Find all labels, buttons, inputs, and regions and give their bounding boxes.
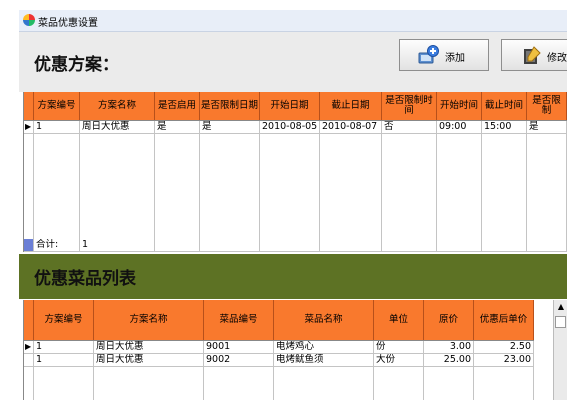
- col-enabled[interactable]: 是否启用: [155, 92, 200, 120]
- cell-start-date[interactable]: 2010-08-05: [260, 121, 320, 134]
- cell-limit-date[interactable]: 是: [200, 121, 260, 134]
- cell-end-time[interactable]: 15:00: [482, 121, 527, 134]
- dish-grid[interactable]: 方案编号 方案名称 菜品编号 菜品名称 单位 原价 优惠后单价 ▶ 1 周日大优…: [23, 300, 567, 400]
- table-row[interactable]: ▶ 1 周日大优惠 9001 电烤鸡心 份 3.00 2.50: [24, 341, 534, 354]
- dish-grid-scrollbar[interactable]: ▲: [553, 300, 567, 400]
- cell-limit-time[interactable]: 否: [382, 121, 437, 134]
- cell-unit[interactable]: 份: [374, 341, 424, 354]
- cell-dish-name[interactable]: 电烤鱿鱼须: [274, 354, 374, 367]
- col-scheme-name[interactable]: 方案名称: [80, 92, 155, 120]
- edit-icon: [520, 45, 542, 65]
- cell-scheme-name[interactable]: 周日大优惠: [94, 354, 204, 367]
- footer-indicator: [24, 239, 34, 252]
- scroll-up-icon[interactable]: ▲: [554, 301, 567, 313]
- cell-scheme-id[interactable]: 1: [34, 341, 94, 354]
- cell-end-date[interactable]: 2010-08-07: [320, 121, 382, 134]
- col-scheme-id[interactable]: 方案编号: [34, 300, 94, 340]
- scheme-grid-lines: [24, 121, 567, 252]
- cell-enabled[interactable]: 是: [155, 121, 200, 134]
- col-unit[interactable]: 单位: [374, 300, 424, 340]
- add-button-label: 添加: [445, 53, 465, 64]
- add-icon: [418, 45, 440, 65]
- cell-dish-name[interactable]: 电烤鸡心: [274, 341, 374, 354]
- edit-button[interactable]: 修改: [501, 39, 567, 71]
- col-discount-price[interactable]: 优惠后单价: [474, 300, 534, 340]
- cell-discount-price[interactable]: 2.50: [474, 341, 534, 354]
- app-icon: [23, 14, 35, 26]
- col-scheme-id[interactable]: 方案编号: [34, 92, 80, 120]
- row-indicator-header: [24, 92, 34, 120]
- footer-total-label: 合计:: [34, 239, 80, 252]
- scrollbar-thumb[interactable]: [555, 316, 566, 328]
- scheme-footer-row: 合计: 1: [24, 239, 567, 252]
- cell-start-time[interactable]: 09:00: [437, 121, 482, 134]
- col-dish-name[interactable]: 菜品名称: [274, 300, 374, 340]
- title-bar: 菜品优惠设置: [19, 10, 567, 32]
- cell-dish-id[interactable]: 9002: [204, 354, 274, 367]
- row-selector-icon: ▶: [24, 121, 34, 134]
- cell-discount-price[interactable]: 23.00: [474, 354, 534, 367]
- table-row[interactable]: ▶ 1 周日大优惠 是 是 2010-08-05 2010-08-07 否 09…: [24, 121, 567, 134]
- row-selector: [24, 354, 34, 367]
- col-limit-more[interactable]: 是否限制: [527, 92, 567, 120]
- row-selector-icon: ▶: [24, 341, 34, 354]
- col-start-date[interactable]: 开始日期: [260, 92, 320, 120]
- dish-grid-header: 方案编号 方案名称 菜品编号 菜品名称 单位 原价 优惠后单价: [24, 300, 534, 341]
- cell-scheme-name[interactable]: 周日大优惠: [94, 341, 204, 354]
- scheme-grid-header: 方案编号 方案名称 是否启用 是否限制日期 开始日期 截止日期 是否限制时间 开…: [24, 92, 567, 121]
- dish-section-banner: 优惠菜品列表: [19, 254, 567, 299]
- cell-original-price[interactable]: 25.00: [424, 354, 474, 367]
- footer-total-count: 1: [80, 239, 155, 252]
- cell-scheme-id[interactable]: 1: [34, 121, 80, 134]
- col-scheme-name[interactable]: 方案名称: [94, 300, 204, 340]
- cell-unit[interactable]: 大份: [374, 354, 424, 367]
- scheme-header: 优惠方案： 添加 修改: [19, 32, 567, 92]
- window-title: 菜品优惠设置: [38, 18, 98, 29]
- cell-scheme-id[interactable]: 1: [34, 354, 94, 367]
- dish-section-title: 优惠菜品列表: [34, 269, 136, 289]
- col-dish-id[interactable]: 菜品编号: [204, 300, 274, 340]
- col-start-time[interactable]: 开始时间: [437, 92, 482, 120]
- edit-button-label: 修改: [547, 53, 567, 64]
- cell-original-price[interactable]: 3.00: [424, 341, 474, 354]
- add-button[interactable]: 添加: [399, 39, 489, 71]
- row-indicator-header: [24, 300, 34, 340]
- col-limit-time[interactable]: 是否限制时间: [382, 92, 437, 120]
- table-row[interactable]: 1 周日大优惠 9002 电烤鱿鱼须 大份 25.00 23.00: [24, 354, 534, 367]
- col-end-time[interactable]: 截止时间: [482, 92, 527, 120]
- cell-limit-more[interactable]: 是: [527, 121, 567, 134]
- col-end-date[interactable]: 截止日期: [320, 92, 382, 120]
- col-original-price[interactable]: 原价: [424, 300, 474, 340]
- discount-settings-window: 菜品优惠设置 优惠方案： 添加 修改 方案编号 方案名称 是否启用 是否限制日期…: [19, 10, 567, 400]
- scheme-grid[interactable]: 方案编号 方案名称 是否启用 是否限制日期 开始日期 截止日期 是否限制时间 开…: [23, 92, 567, 252]
- scheme-section-title: 优惠方案：: [34, 55, 119, 75]
- cell-scheme-name[interactable]: 周日大优惠: [80, 121, 155, 134]
- cell-dish-id[interactable]: 9001: [204, 341, 274, 354]
- col-limit-date[interactable]: 是否限制日期: [200, 92, 260, 120]
